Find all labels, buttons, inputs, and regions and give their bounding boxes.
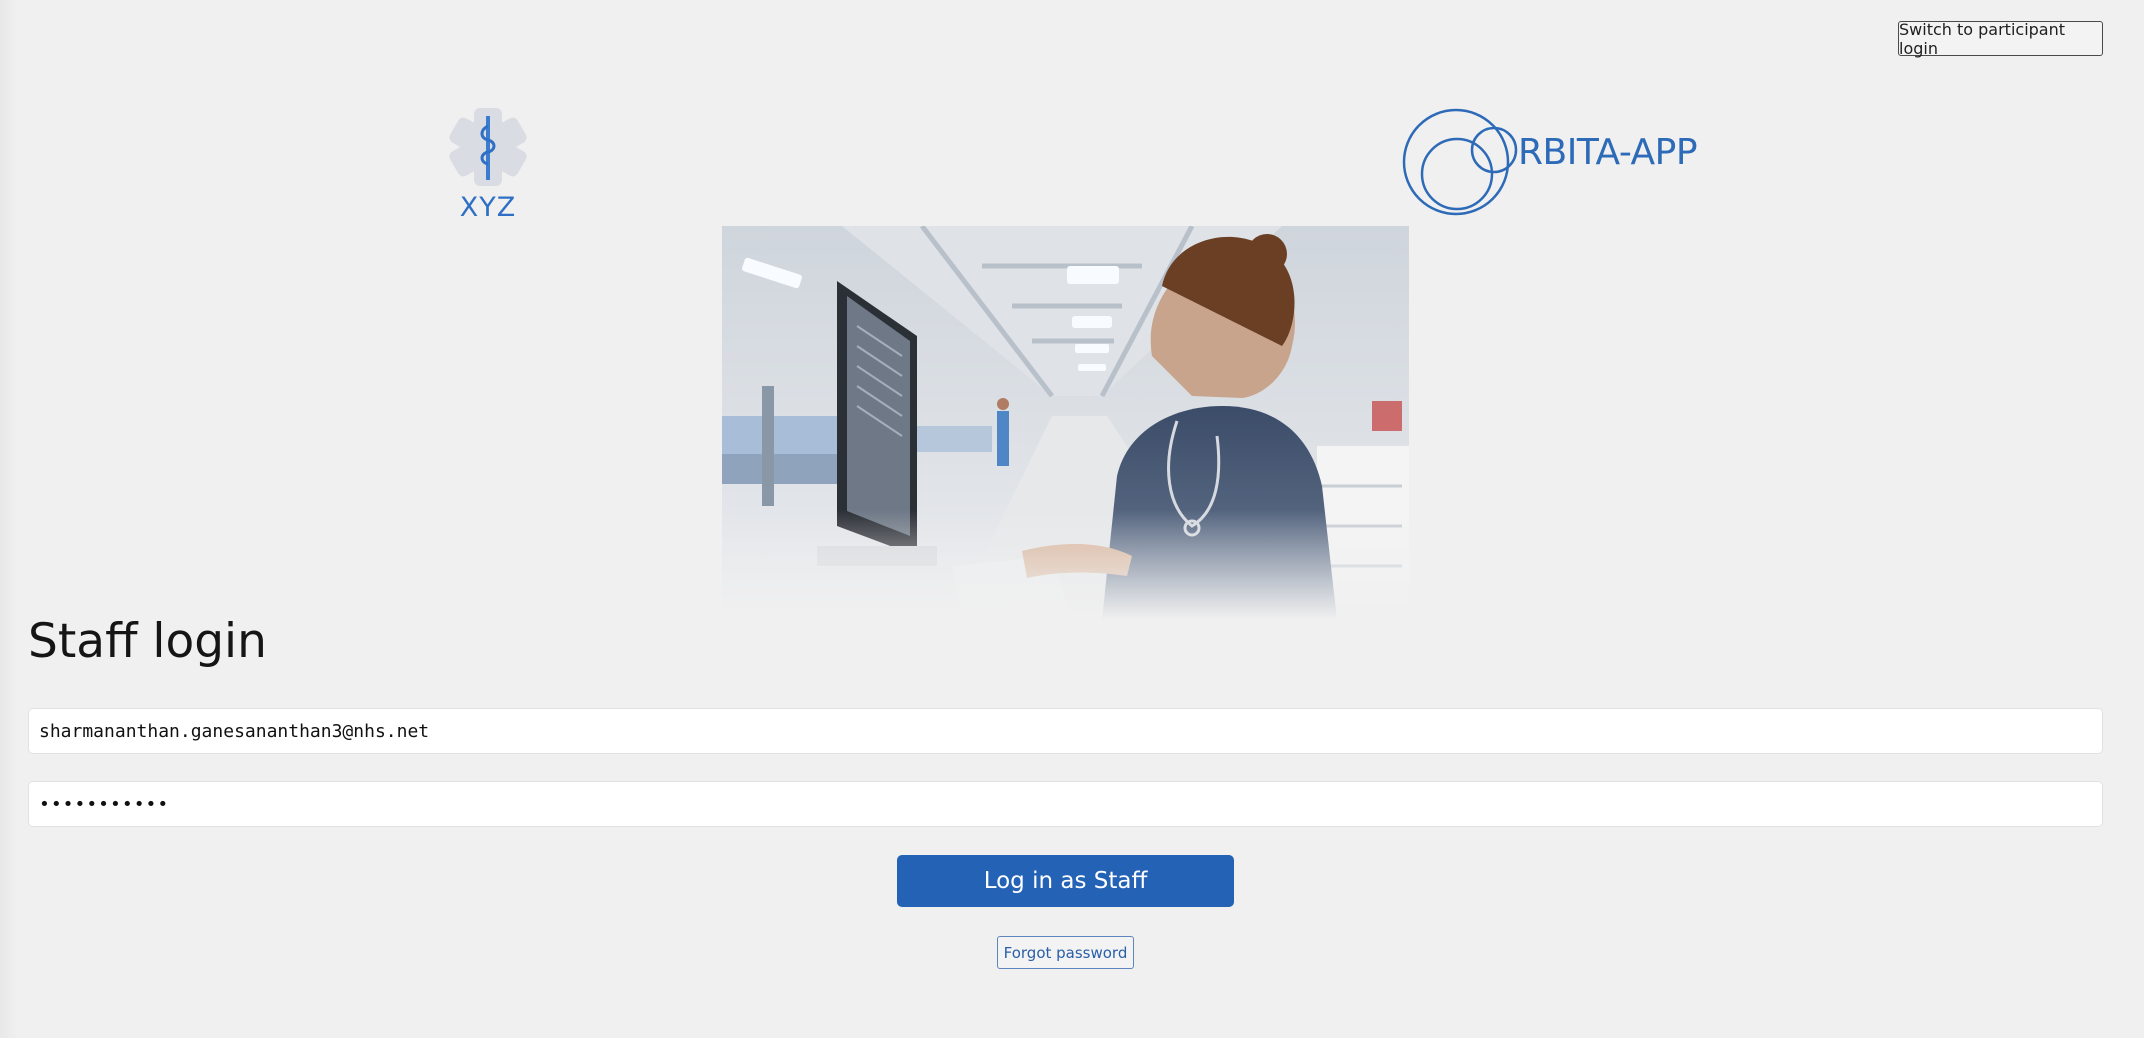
password-field[interactable]: •••••••••••: [28, 781, 2103, 827]
staff-login-page: Switch to participant login XYZ RBITA-AP…: [0, 0, 2144, 1038]
caduceus-star-icon: [449, 108, 527, 186]
page-title: Staff login: [28, 614, 267, 669]
hero-image-nurse-at-computer: [722, 226, 1409, 620]
orbita-logo-text: RBITA-APP: [1518, 132, 1698, 173]
switch-to-participant-button[interactable]: Switch to participant login: [1898, 20, 2103, 58]
xyz-logo-text: XYZ: [459, 192, 517, 223]
orbit-rings-icon: [1402, 108, 1518, 216]
email-field[interactable]: sharmananthan.ganesananthan3@nhs.net: [28, 708, 2103, 754]
forgot-password-button[interactable]: Forgot password: [997, 936, 1134, 969]
log-in-as-staff-button[interactable]: Log in as Staff: [897, 855, 1234, 907]
orbita-app-logo: RBITA-APP: [1400, 106, 1700, 218]
xyz-logo: XYZ: [440, 108, 536, 226]
